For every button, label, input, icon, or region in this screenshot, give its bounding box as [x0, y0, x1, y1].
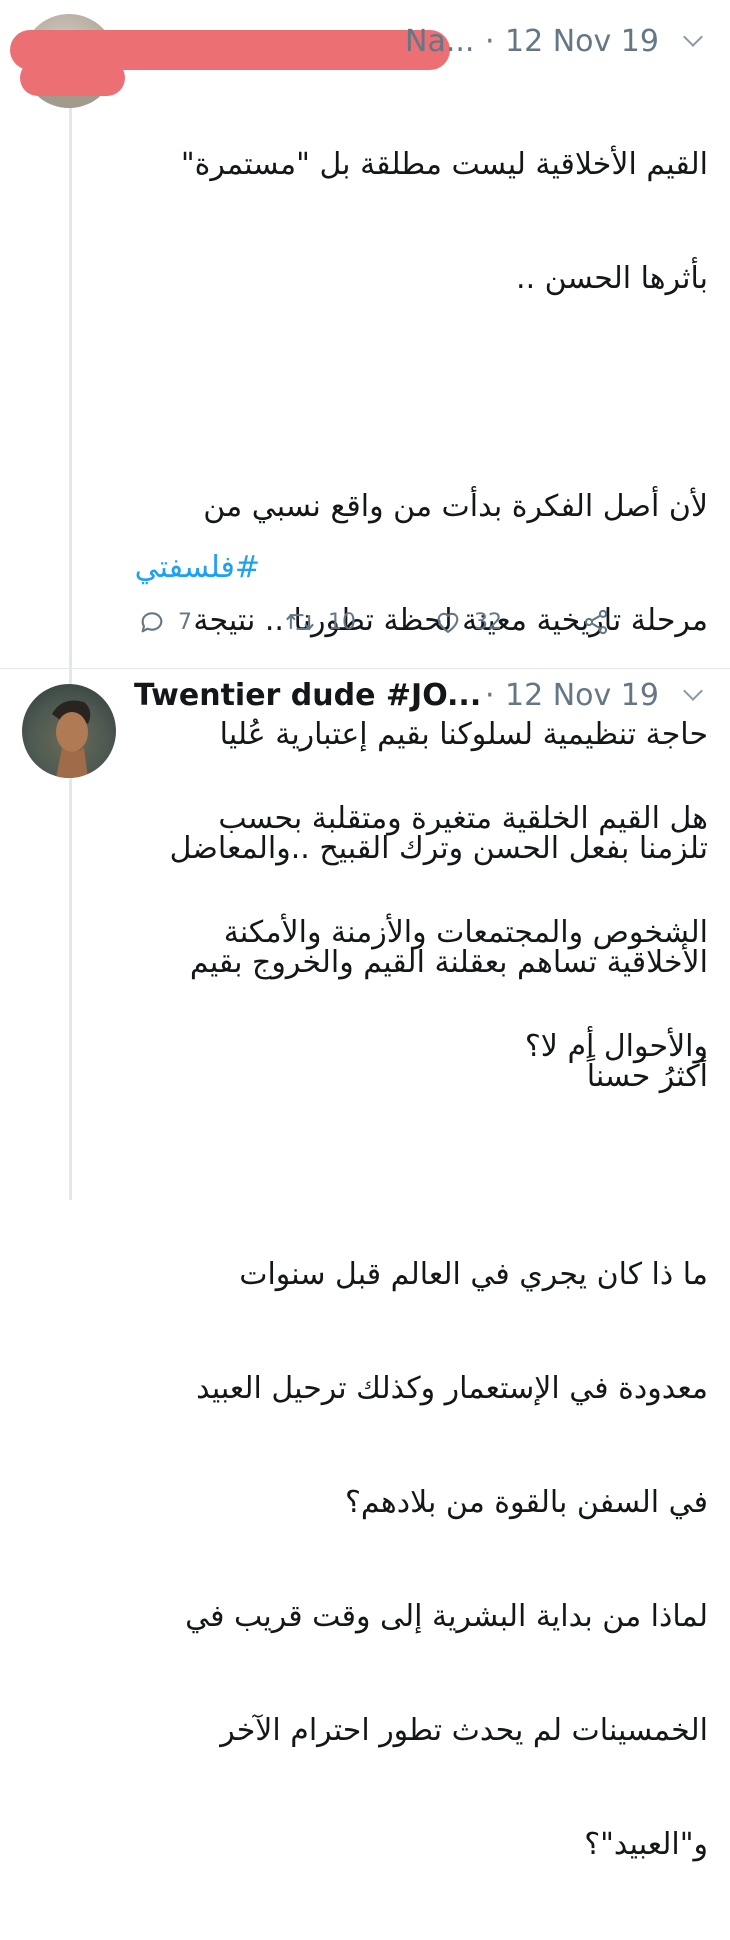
- like-button[interactable]: 32: [434, 608, 502, 636]
- tweet-date[interactable]: 12 Nov 19: [505, 678, 659, 713]
- text-line: والأحوال أم لا؟: [524, 1029, 708, 1064]
- share-icon: [584, 609, 608, 635]
- share-button[interactable]: [582, 608, 610, 636]
- text-line: [170, 374, 708, 412]
- text-line: معدودة في الإستعمار وكذلك ترحيل العبيد: [196, 1371, 708, 1406]
- avatar[interactable]: [22, 684, 116, 778]
- text-line: [185, 1142, 708, 1180]
- reply-icon: [141, 612, 163, 633]
- text-line: في السفن بالقوة من بلادهم؟: [345, 1485, 708, 1520]
- text-line: بأثرها الحسن ..: [516, 261, 708, 296]
- retweet-icon: [286, 613, 314, 631]
- hashtag-link[interactable]: #فلسفتي: [135, 550, 260, 585]
- reply-count: 7: [178, 609, 192, 635]
- text-line: الخمسينات لم يحدث تطور احترام الآخر: [220, 1713, 708, 1748]
- redaction-mark: [20, 60, 125, 96]
- chevron-down-icon[interactable]: [683, 27, 703, 47]
- retweet-button[interactable]: 10: [284, 608, 356, 636]
- text-line: و"العبيد"؟: [584, 1827, 708, 1862]
- text-line: القيم الأخلاقية ليست مطلقة بل "مستمرة": [180, 147, 708, 182]
- like-count: 32: [474, 609, 502, 635]
- avatar-image: [52, 700, 91, 778]
- text-line: هل القيم الخلقية متغيرة ومتقلبة بحسب: [218, 801, 708, 836]
- tweet-divider: [0, 668, 730, 669]
- text-line: لماذا من بداية البشرية إلى وقت قريب في: [185, 1599, 708, 1634]
- author-name[interactable]: Na...: [405, 24, 474, 59]
- like-icon: [437, 612, 459, 633]
- reply-button[interactable]: 7: [138, 608, 192, 636]
- tweet-actions: 7 10 32: [0, 608, 730, 648]
- text-line: لأن أصل الفكرة بدأت من واقع نسبي من: [203, 489, 708, 524]
- tweet-date[interactable]: 12 Nov 19: [505, 24, 659, 59]
- meta-separator: ·: [485, 24, 495, 59]
- text-line: الشخوص والمجتمعات والأزمنة والأمكنة: [223, 915, 708, 950]
- text-line: ما ذا كان يجري في العالم قبل سنوات: [239, 1257, 708, 1292]
- author-name[interactable]: Twentier dude #JO...: [134, 678, 481, 713]
- tweet-body: هل القيم الخلقية متغيرة ومتقلبة بحسب الش…: [185, 724, 708, 1940]
- meta-separator: ·: [485, 678, 495, 713]
- retweet-count: 10: [328, 609, 356, 635]
- thread-connector-line: [69, 96, 72, 1200]
